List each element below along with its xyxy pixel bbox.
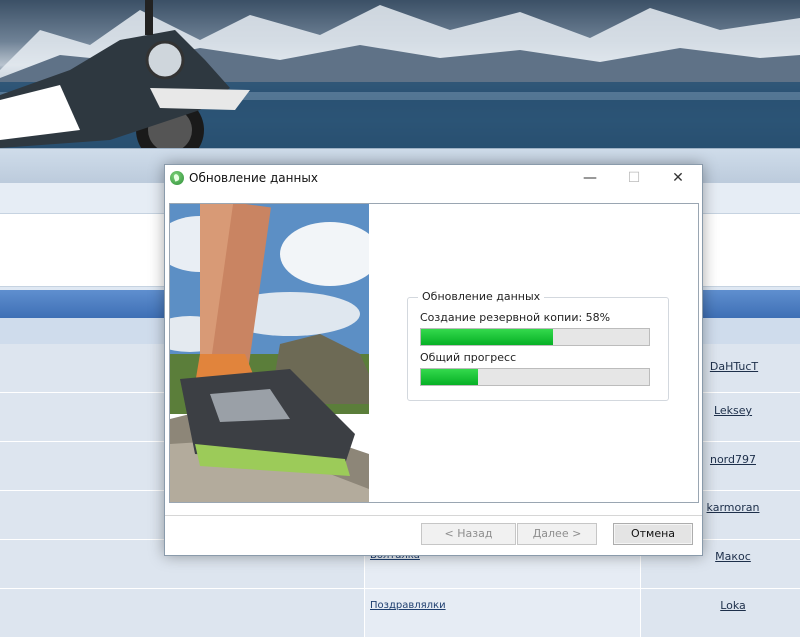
backup-progress-fill: [421, 329, 554, 345]
footer-separator: [165, 515, 702, 516]
overall-label: Общий прогресс: [420, 351, 517, 364]
maximize-button[interactable]: ☐: [612, 165, 656, 191]
backup-progress-bar: [420, 328, 650, 346]
back-button[interactable]: < Назад: [421, 523, 516, 545]
close-button[interactable]: ✕: [656, 165, 700, 191]
banner-landscape: [0, 0, 800, 148]
minimize-button[interactable]: —: [568, 165, 612, 191]
dialog-titlebar[interactable]: Обновление данных — ☐ ✕: [165, 165, 702, 191]
update-dialog: Обновление данных — ☐ ✕ Обновление данны…: [164, 164, 703, 556]
forum-link[interactable]: Поздравлялки: [370, 600, 446, 611]
hiking-boot-image: [170, 204, 369, 502]
update-groupbox: Обновление данных Создание резервной коп…: [407, 290, 669, 401]
user-link[interactable]: Loka: [642, 599, 800, 612]
overall-progress-bar: [420, 368, 650, 386]
group-title: Обновление данных: [418, 290, 545, 303]
wizard-content: Обновление данных Создание резервной коп…: [169, 203, 699, 503]
dialog-title: Обновление данных: [189, 171, 318, 185]
overall-progress-fill: [421, 369, 478, 385]
forum-row: [0, 589, 800, 638]
next-button[interactable]: Далее >: [517, 523, 597, 545]
site-banner: [0, 0, 800, 148]
app-leaf-icon: [170, 171, 184, 185]
cancel-button[interactable]: Отмена: [613, 523, 693, 545]
backup-label: Создание резервной копии: 58%: [420, 311, 611, 324]
